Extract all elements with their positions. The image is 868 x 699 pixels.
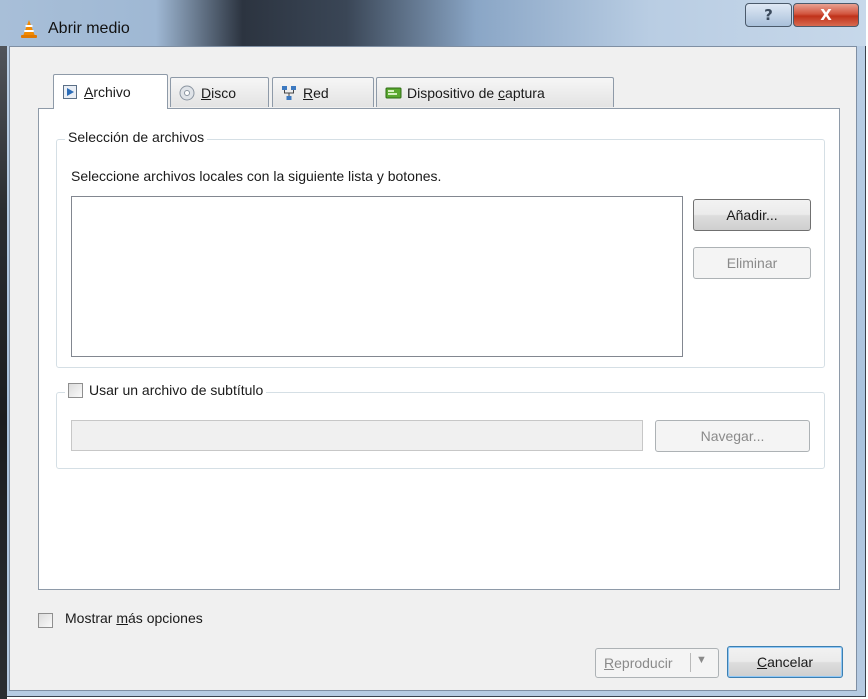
play-split-button[interactable]: Reproducir ▼ [595,648,719,678]
title-bar[interactable]: Abrir medio ? X [0,0,866,46]
cancel-button[interactable]: Cancelar [727,646,843,678]
add-file-label: Añadir... [726,207,778,223]
help-icon: ? [764,6,773,24]
tab-dispositivo-de-captura[interactable]: Dispositivo de captura [376,77,614,107]
tab-panel-archivo: Selección de archivos Seleccione archivo… [38,108,840,590]
file-selection-legend: Selección de archivos [65,129,208,145]
play-file-icon [62,84,78,100]
close-button[interactable]: X [793,3,859,27]
remove-file-button[interactable]: Eliminar [693,247,811,279]
browse-subtitle-button[interactable]: Navegar... [655,420,810,452]
tab-archivo[interactable]: Archivo [53,74,168,109]
file-selection-description: Seleccione archivos locales con la sigui… [71,168,442,184]
close-icon: X [820,6,832,24]
add-file-button[interactable]: Añadir... [693,199,811,231]
chevron-down-icon[interactable]: ▼ [696,654,707,666]
subtitle-checkbox[interactable] [68,382,83,398]
help-button[interactable]: ? [745,3,792,27]
play-label: Reproducir [604,655,673,671]
background-window-edge [0,0,7,699]
cancel-label: Cancelar [756,654,814,670]
network-icon [281,85,297,101]
capture-card-icon [385,85,402,101]
disc-icon [179,85,195,101]
subtitle-checkbox-label[interactable]: Usar un archivo de subtítulo [89,382,263,398]
more-options-checkbox[interactable] [38,613,53,628]
dialog-client-area: Archivo Disco Red Dispositivo de captura… [9,46,857,691]
subtitle-path-field[interactable] [71,420,643,451]
vlc-cone-icon [20,19,38,39]
tab-disco[interactable]: Disco [170,77,269,107]
subtitle-legend: Usar un archivo de subtítulo [65,382,267,398]
tab-label: Disco [201,84,237,101]
file-list[interactable] [71,196,683,357]
tab-label: Archivo [84,84,131,100]
tab-label: Red [303,84,329,101]
split-separator [690,653,691,672]
more-options-label[interactable]: Mostrar más opciones [65,610,203,626]
window-title: Abrir medio [48,20,130,37]
browse-subtitle-label: Navegar... [700,428,765,444]
tab-red[interactable]: Red [272,77,374,107]
tab-label: Dispositivo de captura [407,84,545,101]
remove-file-label: Eliminar [726,255,778,271]
